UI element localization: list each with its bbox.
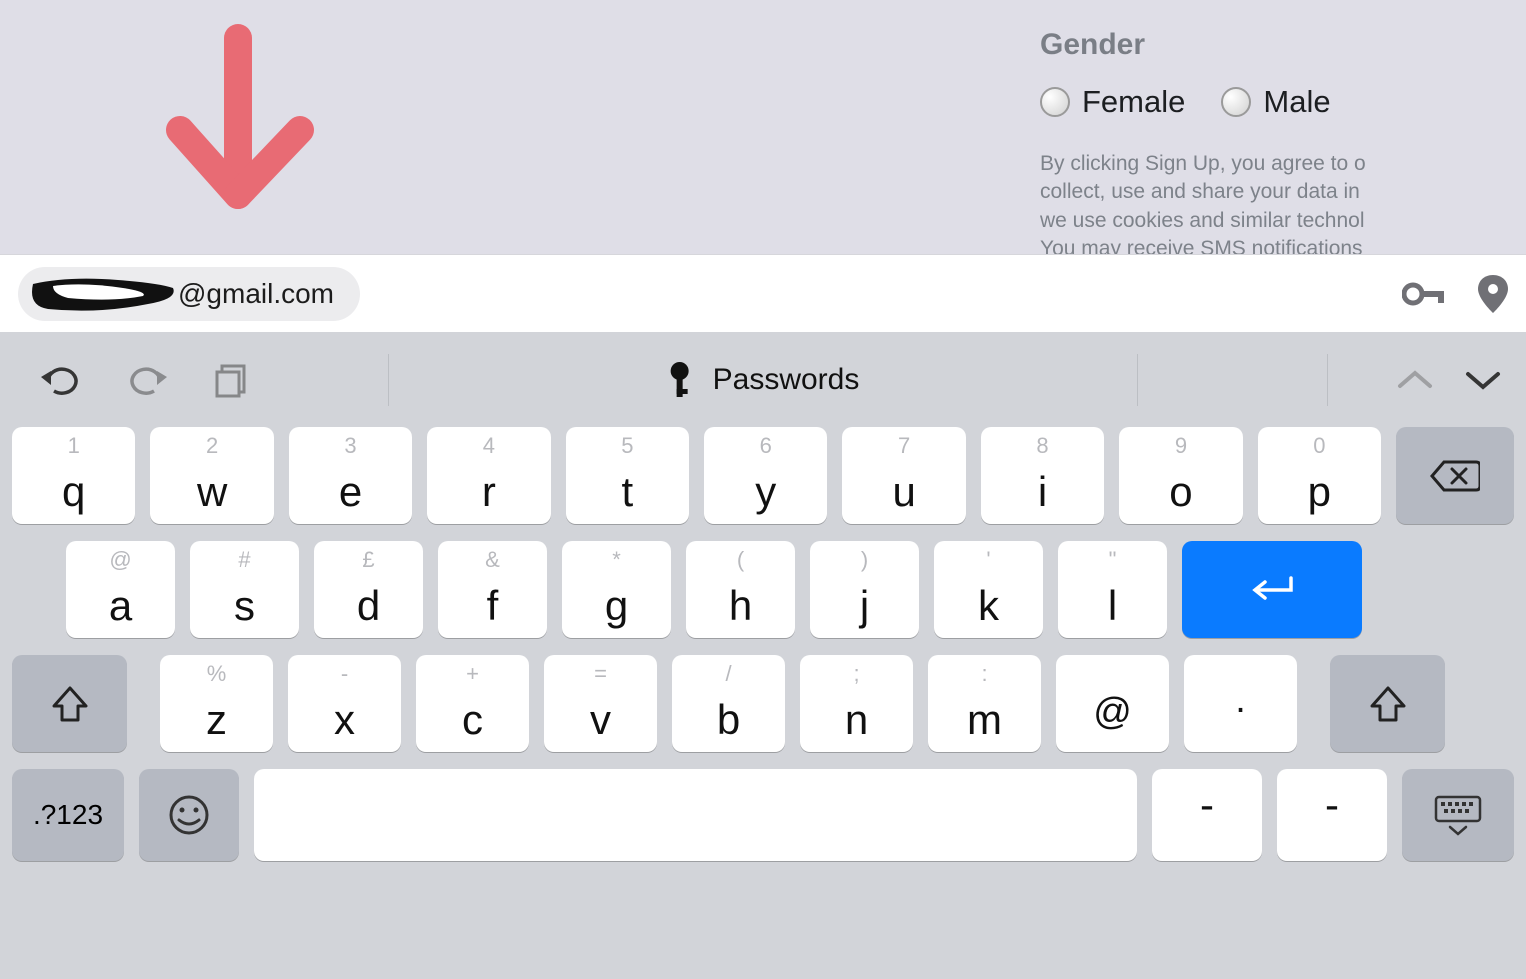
key-d[interactable]: £d bbox=[314, 541, 423, 638]
passwords-label: Passwords bbox=[713, 363, 860, 397]
key-m[interactable]: :m bbox=[928, 655, 1041, 752]
key-b[interactable]: /b bbox=[672, 655, 785, 752]
key-r[interactable]: 4r bbox=[427, 427, 550, 524]
key-i[interactable]: 8i bbox=[981, 427, 1104, 524]
key-s[interactable]: #s bbox=[190, 541, 299, 638]
dismiss-keyboard-key[interactable] bbox=[1402, 769, 1514, 861]
radio-icon bbox=[1221, 87, 1251, 117]
location-pin-icon[interactable] bbox=[1478, 275, 1508, 313]
separator bbox=[1327, 354, 1328, 406]
key-v[interactable]: =v bbox=[544, 655, 657, 752]
gender-female-option[interactable]: Female bbox=[1040, 84, 1185, 120]
numeric-symbols-key[interactable]: .?123 bbox=[12, 769, 124, 861]
key-k[interactable]: 'k bbox=[934, 541, 1043, 638]
key-p[interactable]: 0p bbox=[1258, 427, 1381, 524]
chevron-down-icon[interactable] bbox=[1464, 368, 1502, 392]
at-key[interactable]: @ bbox=[1056, 655, 1169, 752]
passwords-shortcut[interactable]: Passwords bbox=[667, 361, 860, 399]
autofill-suggestion-bar: @gmail.com bbox=[0, 254, 1526, 332]
key-h[interactable]: (h bbox=[686, 541, 795, 638]
separator bbox=[1137, 354, 1138, 406]
gender-male-option[interactable]: Male bbox=[1221, 84, 1330, 120]
dash-key-2[interactable]: - bbox=[1277, 769, 1387, 861]
password-key-icon[interactable] bbox=[1402, 279, 1448, 309]
key-q[interactable]: 1q bbox=[12, 427, 135, 524]
email-suggestion-text: @gmail.com bbox=[178, 278, 334, 310]
male-label: Male bbox=[1263, 84, 1330, 120]
redacted-mark bbox=[28, 274, 178, 314]
emoji-key[interactable] bbox=[139, 769, 239, 861]
terms-text: By clicking Sign Up, you agree to o coll… bbox=[1040, 150, 1526, 263]
radio-icon bbox=[1040, 87, 1070, 117]
dash-key[interactable]: - bbox=[1152, 769, 1262, 861]
annotation-arrow-icon bbox=[140, 20, 330, 240]
onscreen-keyboard: Passwords 1q2w3e4r5t6y7u8i9o0p @a#s£d&f*… bbox=[0, 332, 1526, 979]
return-key[interactable] bbox=[1182, 541, 1362, 638]
backspace-key[interactable] bbox=[1396, 427, 1514, 524]
key-icon bbox=[667, 361, 693, 399]
key-o[interactable]: 9o bbox=[1119, 427, 1242, 524]
shift-key-right[interactable] bbox=[1330, 655, 1445, 752]
signup-form-fragment: Gender Female Male By clicking Sign Up, … bbox=[1040, 0, 1526, 263]
key-n[interactable]: ;n bbox=[800, 655, 913, 752]
key-e[interactable]: 3e bbox=[289, 427, 412, 524]
female-label: Female bbox=[1082, 84, 1185, 120]
key-l[interactable]: "l bbox=[1058, 541, 1167, 638]
redo-icon[interactable] bbox=[126, 363, 170, 397]
separator bbox=[388, 354, 389, 406]
key-c[interactable]: +c bbox=[416, 655, 529, 752]
key-z[interactable]: %z bbox=[160, 655, 273, 752]
period-key[interactable]: . bbox=[1184, 655, 1297, 752]
key-f[interactable]: &f bbox=[438, 541, 547, 638]
page-content: Gender Female Male By clicking Sign Up, … bbox=[0, 0, 1526, 254]
space-key[interactable] bbox=[254, 769, 1137, 861]
key-g[interactable]: *g bbox=[562, 541, 671, 638]
key-a[interactable]: @a bbox=[66, 541, 175, 638]
keyboard-toolbar: Passwords bbox=[0, 332, 1526, 427]
key-y[interactable]: 6y bbox=[704, 427, 827, 524]
key-u[interactable]: 7u bbox=[842, 427, 965, 524]
clipboard-icon[interactable] bbox=[214, 362, 250, 398]
key-x[interactable]: -x bbox=[288, 655, 401, 752]
key-j[interactable]: )j bbox=[810, 541, 919, 638]
shift-key-left[interactable] bbox=[12, 655, 127, 752]
undo-icon[interactable] bbox=[38, 363, 82, 397]
key-t[interactable]: 5t bbox=[566, 427, 689, 524]
key-w[interactable]: 2w bbox=[150, 427, 273, 524]
gender-heading: Gender bbox=[1040, 28, 1526, 62]
email-suggestion-chip[interactable]: @gmail.com bbox=[18, 267, 360, 321]
chevron-up-icon[interactable] bbox=[1396, 368, 1434, 392]
